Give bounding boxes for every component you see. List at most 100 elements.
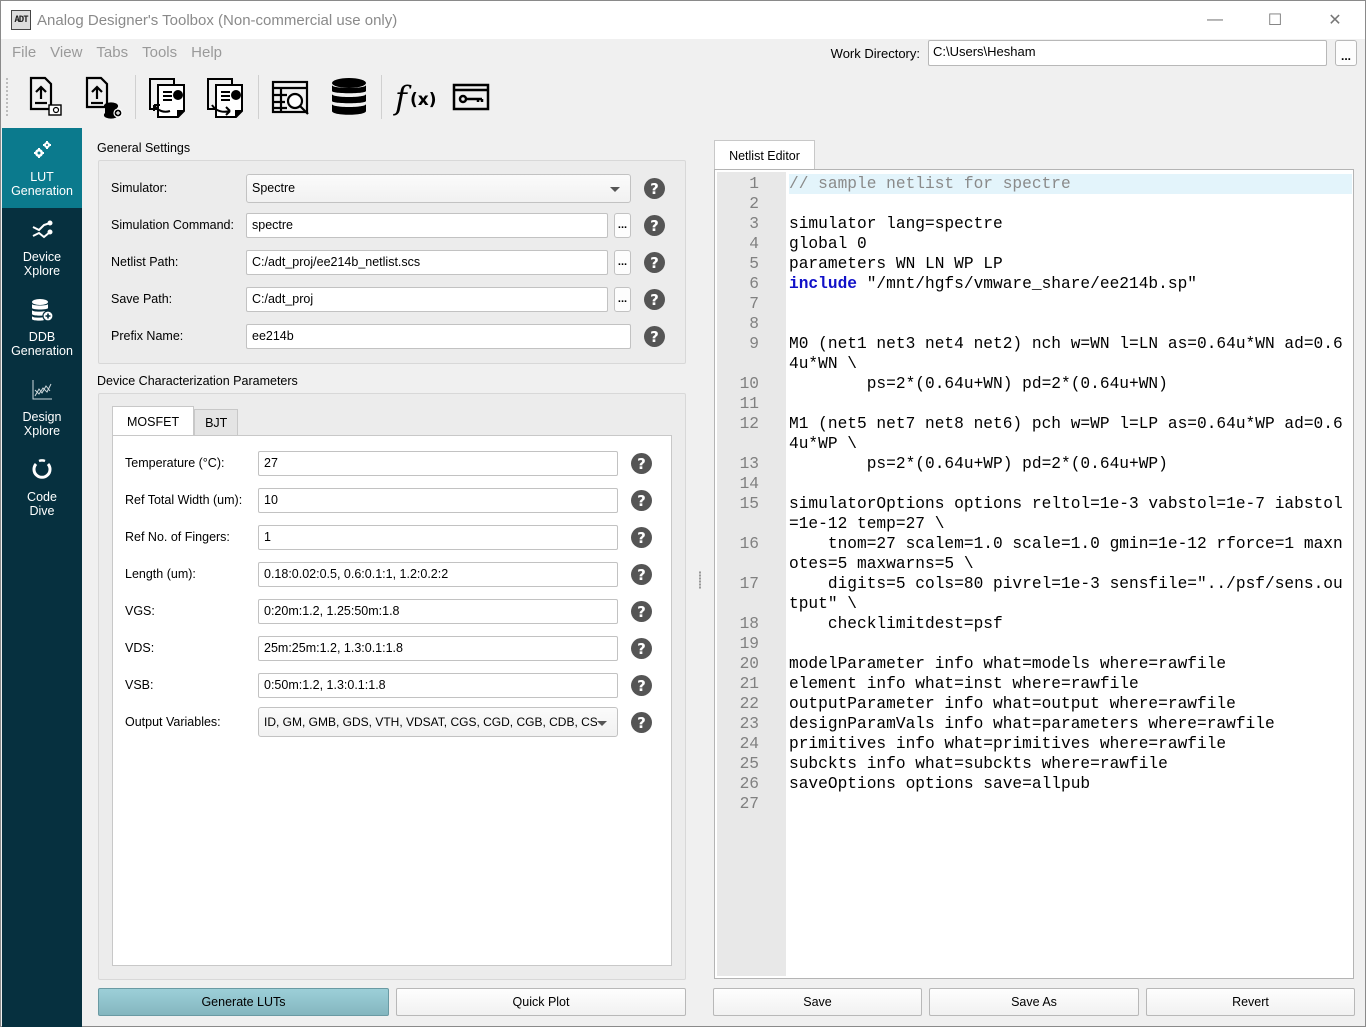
code-line[interactable]: 9 M0 (net1 net3 net4 net2) nch w=WN l=LN … (749, 334, 1352, 374)
code-line[interactable]: 26 saveOptions options save=allpub (740, 774, 1352, 794)
minimize-button[interactable]: — (1185, 1, 1245, 39)
save-path-help-icon[interactable]: ? (644, 289, 665, 310)
output-variables-select[interactable]: ID, GM, GMB, GDS, VTH, VDSAT, CGS, CGD, … (258, 707, 618, 737)
sidebar-item-device-xplore[interactable]: Device Xplore (2, 208, 82, 288)
sidebar-item-code-dive[interactable]: Code Dive (2, 448, 82, 528)
ref-total-width-input[interactable]: 10 (258, 488, 618, 513)
temperature-input[interactable]: 27 (258, 451, 618, 476)
code-line[interactable]: 2 (749, 194, 1352, 214)
work-directory-input[interactable]: C:\Users\Hesham (928, 40, 1327, 66)
vgs-help-icon[interactable]: ? (631, 601, 652, 622)
code-line[interactable]: 18 checklimitdest=psf (740, 614, 1352, 634)
tab-mosfet[interactable]: MOSFET (112, 406, 195, 436)
load-lut-button[interactable] (19, 71, 71, 123)
code-line[interactable]: 1 // sample netlist for spectre (749, 174, 1352, 194)
code-line[interactable]: 13 ps=2*(0.64u+WP) pd=2*(0.64u+WP) (740, 454, 1352, 474)
vgs-input[interactable]: 0:20m:1.2, 1.25:50m:1.8 (258, 599, 618, 624)
menu-view[interactable]: View (45, 44, 89, 61)
quick-plot-button[interactable]: Quick Plot (396, 988, 686, 1016)
license-key-button[interactable] (446, 71, 498, 123)
tab-bjt[interactable]: BJT (194, 409, 239, 436)
export-session-button[interactable] (200, 71, 252, 123)
code-text: digits=5 cols=80 pivrel=1e-3 sensfile=".… (789, 575, 1343, 613)
code-line[interactable]: 12 M1 (net5 net7 net8 net6) pch w=WP l=LP… (740, 414, 1352, 454)
netlist-path-browse-button[interactable]: ... (614, 250, 631, 275)
menu-tools[interactable]: Tools (137, 44, 184, 61)
vds-help-icon[interactable]: ? (631, 638, 652, 659)
vsb-help-icon[interactable]: ? (631, 675, 652, 696)
code-line[interactable]: 23 designParamVals info what=parameters w… (740, 714, 1352, 734)
sidebar-label: LUT (30, 170, 54, 184)
save-button[interactable]: Save (713, 988, 922, 1016)
code-line[interactable]: 25 subckts info what=subckts where=rawfil… (740, 754, 1352, 774)
netlist-editor[interactable]: 1// sample netlist for spectre 2 3 simulato… (714, 169, 1354, 979)
vds-input[interactable]: 25m:25m:1.2, 1.3:0.1:1.8 (258, 636, 618, 661)
splitter-handle[interactable] (699, 571, 701, 589)
output-variables-help-icon[interactable]: ? (631, 712, 652, 733)
sim-command-label: Simulation Command: (111, 218, 234, 232)
netlist-path-help-icon[interactable]: ? (644, 252, 665, 273)
code-line[interactable]: 21 element info what=inst where=rawfile (740, 674, 1352, 694)
sim-command-help-icon[interactable]: ? (644, 215, 665, 236)
line-number: 13 (739, 455, 759, 473)
work-directory-browse-button[interactable]: ... (1335, 40, 1357, 66)
code-line[interactable]: 19 (740, 634, 1352, 654)
code-line[interactable]: 17 digits=5 cols=80 pivrel=1e-3 sensfile… (740, 574, 1352, 614)
generate-luts-button[interactable]: Generate LUTs (98, 988, 389, 1016)
sidebar-item-lut-generation[interactable]: LUT Generation (2, 128, 82, 208)
import-session-button[interactable] (142, 71, 194, 123)
code-line[interactable]: 6 include "/mnt/hgfs/vmware_share/ee214b.… (749, 274, 1352, 294)
load-ddb-button[interactable] (77, 71, 129, 123)
line-number: 22 (739, 695, 759, 713)
function-button[interactable]: f (x) (388, 71, 440, 123)
menu-help[interactable]: Help (186, 44, 229, 61)
code-line[interactable]: 24 primitives info what=primitives where=… (740, 734, 1352, 754)
sim-command-browse-button[interactable]: ... (614, 213, 631, 238)
sidebar-item-ddb-generation[interactable]: DDB Generation (2, 288, 82, 368)
menu-tabs[interactable]: Tabs (91, 44, 135, 61)
code-line[interactable]: 5 parameters WN LN WP LP (749, 254, 1352, 274)
database-add-icon (32, 299, 54, 322)
code-line[interactable]: 4 global 0 (749, 234, 1352, 254)
ref-total-width-help-icon[interactable]: ? (631, 490, 652, 511)
close-button[interactable]: ✕ (1305, 1, 1365, 39)
revert-button[interactable]: Revert (1146, 988, 1355, 1016)
save-path-browse-button[interactable]: ... (614, 287, 631, 312)
code-line[interactable]: 10 ps=2*(0.64u+WN) pd=2*(0.64u+WN) (740, 374, 1352, 394)
sidebar-item-design-xplore[interactable]: Design Xplore (2, 368, 82, 448)
code-line[interactable]: 15 simulatorOptions options reltol=1e-3 v… (740, 494, 1352, 534)
code-line[interactable]: 16 tnom=27 scalem=1.0 scale=1.0 gmin=1e-… (740, 534, 1352, 574)
save-as-button[interactable]: Save As (929, 988, 1139, 1016)
ref-fingers-input[interactable]: 1 (258, 525, 618, 550)
prefix-name-help-icon[interactable]: ? (644, 326, 665, 347)
code-line[interactable]: 14 (740, 474, 1352, 494)
save-path-input[interactable]: C:/adt_proj (246, 287, 608, 312)
simulator-select[interactable]: Spectre (246, 174, 631, 203)
code-area[interactable]: 1// sample netlist for spectre 2 3 simulato… (740, 174, 1352, 814)
temperature-help-icon[interactable]: ? (631, 453, 652, 474)
length-input[interactable]: 0.18:0.02:0.5, 0.6:0.1:1, 1.2:0.2:2 (258, 562, 618, 587)
code-line[interactable]: 11 (740, 394, 1352, 414)
code-line[interactable]: 22 outputParameter info what=output where… (740, 694, 1352, 714)
code-line[interactable]: 7 (749, 294, 1352, 314)
lut-browser-button[interactable] (265, 71, 317, 123)
code-line[interactable]: 8 (749, 314, 1352, 334)
netlist-path-input[interactable]: C:/adt_proj/ee214b_netlist.scs (246, 250, 608, 275)
ref-fingers-help-icon[interactable]: ? (631, 527, 652, 548)
prefix-name-input[interactable]: ee214b (246, 324, 631, 349)
maximize-button[interactable]: ☐ (1245, 1, 1305, 39)
simulator-help-icon[interactable]: ? (644, 178, 665, 199)
database-button[interactable] (323, 71, 375, 123)
code-line[interactable]: 3 simulator lang=spectre (749, 214, 1352, 234)
length-help-icon[interactable]: ? (631, 564, 652, 585)
code-text: simulatorOptions options reltol=1e-3 vab… (789, 495, 1343, 533)
gears-icon (34, 141, 51, 158)
sim-command-input[interactable]: spectre (246, 213, 608, 238)
code-line[interactable]: 20 modelParameter info what=models where=… (740, 654, 1352, 674)
code-line[interactable]: 27 (740, 794, 1352, 814)
menu-file[interactable]: File (7, 44, 43, 61)
toolbar-grip[interactable] (5, 77, 9, 117)
line-number: 27 (739, 795, 759, 813)
tab-netlist-editor[interactable]: Netlist Editor (714, 140, 815, 170)
vsb-input[interactable]: 0:50m:1.2, 1.3:0.1:1.8 (258, 673, 618, 698)
